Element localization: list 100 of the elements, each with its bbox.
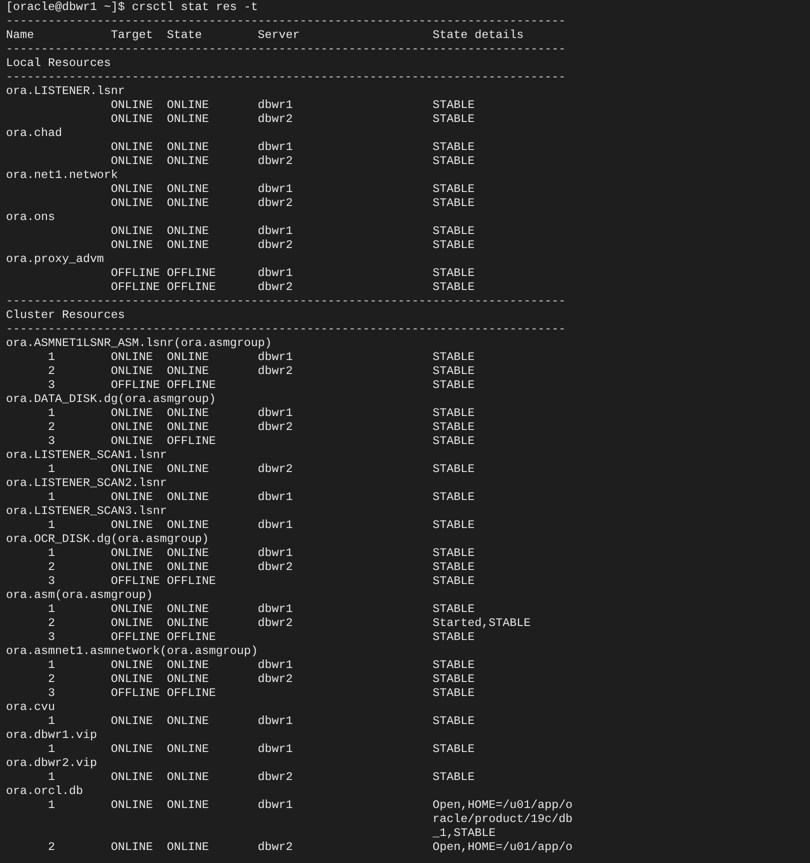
resource-name: ora.LISTENER_SCAN3.lsnr — [6, 504, 167, 518]
target-state: ONLINE — [110, 182, 153, 196]
current-state: OFFLINE — [166, 434, 216, 448]
instance-number: 1 — [48, 546, 55, 560]
target-state: ONLINE — [110, 546, 153, 560]
state-details: STABLE — [432, 112, 475, 126]
state-details: STABLE — [432, 196, 475, 210]
target-state: ONLINE — [110, 434, 153, 448]
server-name: dbwr2 — [258, 420, 293, 434]
server-name: dbwr1 — [258, 98, 293, 112]
instance-number: 2 — [48, 672, 55, 686]
current-state: ONLINE — [166, 112, 209, 126]
instance-number: 2 — [48, 420, 55, 434]
state-details: STABLE — [432, 280, 475, 294]
server-name: dbwr2 — [258, 364, 293, 378]
state-details: STABLE — [432, 742, 475, 756]
server-name: dbwr1 — [258, 798, 293, 812]
target-state: ONLINE — [110, 714, 153, 728]
resource-name: ora.ons — [6, 210, 55, 224]
target-state: ONLINE — [110, 224, 153, 238]
server-name: dbwr1 — [258, 518, 293, 532]
instance-number: 2 — [48, 616, 55, 630]
resource-name: ora.LISTENER.lsnr — [6, 84, 125, 98]
server-name: dbwr1 — [258, 224, 293, 238]
instance-number: 3 — [48, 686, 55, 700]
current-state: ONLINE — [166, 140, 209, 154]
server-name: dbwr2 — [258, 154, 293, 168]
server-name: dbwr2 — [258, 770, 293, 784]
current-state: ONLINE — [166, 714, 209, 728]
target-state: ONLINE — [110, 602, 153, 616]
target-state: OFFLINE — [110, 686, 160, 700]
column-header: Server — [258, 28, 300, 42]
current-state: ONLINE — [166, 238, 209, 252]
server-name: dbwr1 — [258, 350, 293, 364]
resource-name: ora.LISTENER_SCAN1.lsnr — [6, 448, 167, 462]
state-details: STABLE — [432, 420, 475, 434]
resource-name: ora.asmnet1.asmnetwork(ora.asmgroup) — [6, 644, 258, 658]
server-name: dbwr1 — [258, 602, 293, 616]
target-state: ONLINE — [110, 462, 153, 476]
resource-name: ora.net1.network — [6, 168, 118, 182]
current-state: ONLINE — [166, 658, 209, 672]
current-state: ONLINE — [166, 518, 209, 532]
target-state: ONLINE — [110, 406, 153, 420]
current-state: ONLINE — [166, 798, 209, 812]
state-details: Open,HOME=/u01/app/o racle/product/19c/db _1,STABLE — [432, 798, 573, 840]
target-state: ONLINE — [110, 196, 153, 210]
target-state: ONLINE — [110, 112, 153, 126]
current-state: ONLINE — [166, 616, 209, 630]
server-name: dbwr1 — [258, 182, 293, 196]
current-state: OFFLINE — [166, 574, 216, 588]
state-details: STABLE — [432, 266, 475, 280]
instance-number: 1 — [48, 714, 55, 728]
instance-number: 1 — [48, 602, 55, 616]
current-state: ONLINE — [166, 462, 209, 476]
state-details: Open,HOME=/u01/app/o — [432, 840, 573, 854]
instance-number: 1 — [48, 658, 55, 672]
current-state: OFFLINE — [166, 630, 216, 644]
current-state: ONLINE — [166, 602, 209, 616]
instance-number: 1 — [48, 406, 55, 420]
current-state: ONLINE — [166, 350, 209, 364]
state-details: STABLE — [432, 182, 475, 196]
target-state: ONLINE — [110, 518, 153, 532]
current-state: ONLINE — [166, 490, 209, 504]
instance-number: 1 — [48, 518, 55, 532]
server-name: dbwr2 — [258, 238, 293, 252]
target-state: OFFLINE — [110, 280, 160, 294]
state-details: STABLE — [432, 546, 475, 560]
server-name: dbwr1 — [258, 490, 293, 504]
resource-name: ora.DATA_DISK.dg(ora.asmgroup) — [6, 392, 216, 406]
current-state: ONLINE — [166, 742, 209, 756]
instance-number: 2 — [48, 840, 55, 854]
state-details: STABLE — [432, 574, 475, 588]
state-details: STABLE — [432, 350, 475, 364]
current-state: ONLINE — [166, 154, 209, 168]
server-name: dbwr2 — [258, 840, 293, 854]
instance-number: 3 — [48, 434, 55, 448]
current-state: ONLINE — [166, 560, 209, 574]
current-state: OFFLINE — [166, 686, 216, 700]
server-name: dbwr1 — [258, 742, 293, 756]
state-details: STABLE — [432, 140, 475, 154]
target-state: ONLINE — [110, 616, 153, 630]
state-details: STABLE — [432, 378, 475, 392]
target-state: ONLINE — [110, 420, 153, 434]
instance-number: 1 — [48, 742, 55, 756]
state-details: STABLE — [432, 770, 475, 784]
dashed-rule: -------------------------------------------------------------------------------- — [6, 42, 566, 56]
column-header: State — [166, 28, 202, 42]
server-name: dbwr1 — [258, 714, 293, 728]
target-state: ONLINE — [110, 98, 153, 112]
dashed-rule: -------------------------------------------------------------------------------- — [6, 322, 566, 336]
current-state: OFFLINE — [166, 280, 216, 294]
server-name: dbwr1 — [258, 546, 293, 560]
instance-number: 3 — [48, 378, 55, 392]
state-details: STABLE — [432, 714, 475, 728]
server-name: dbwr2 — [258, 196, 293, 210]
state-details: STABLE — [432, 434, 475, 448]
target-state: OFFLINE — [110, 630, 160, 644]
current-state: ONLINE — [166, 420, 209, 434]
server-name: dbwr2 — [258, 616, 293, 630]
section-title: Cluster Resources — [6, 308, 125, 322]
